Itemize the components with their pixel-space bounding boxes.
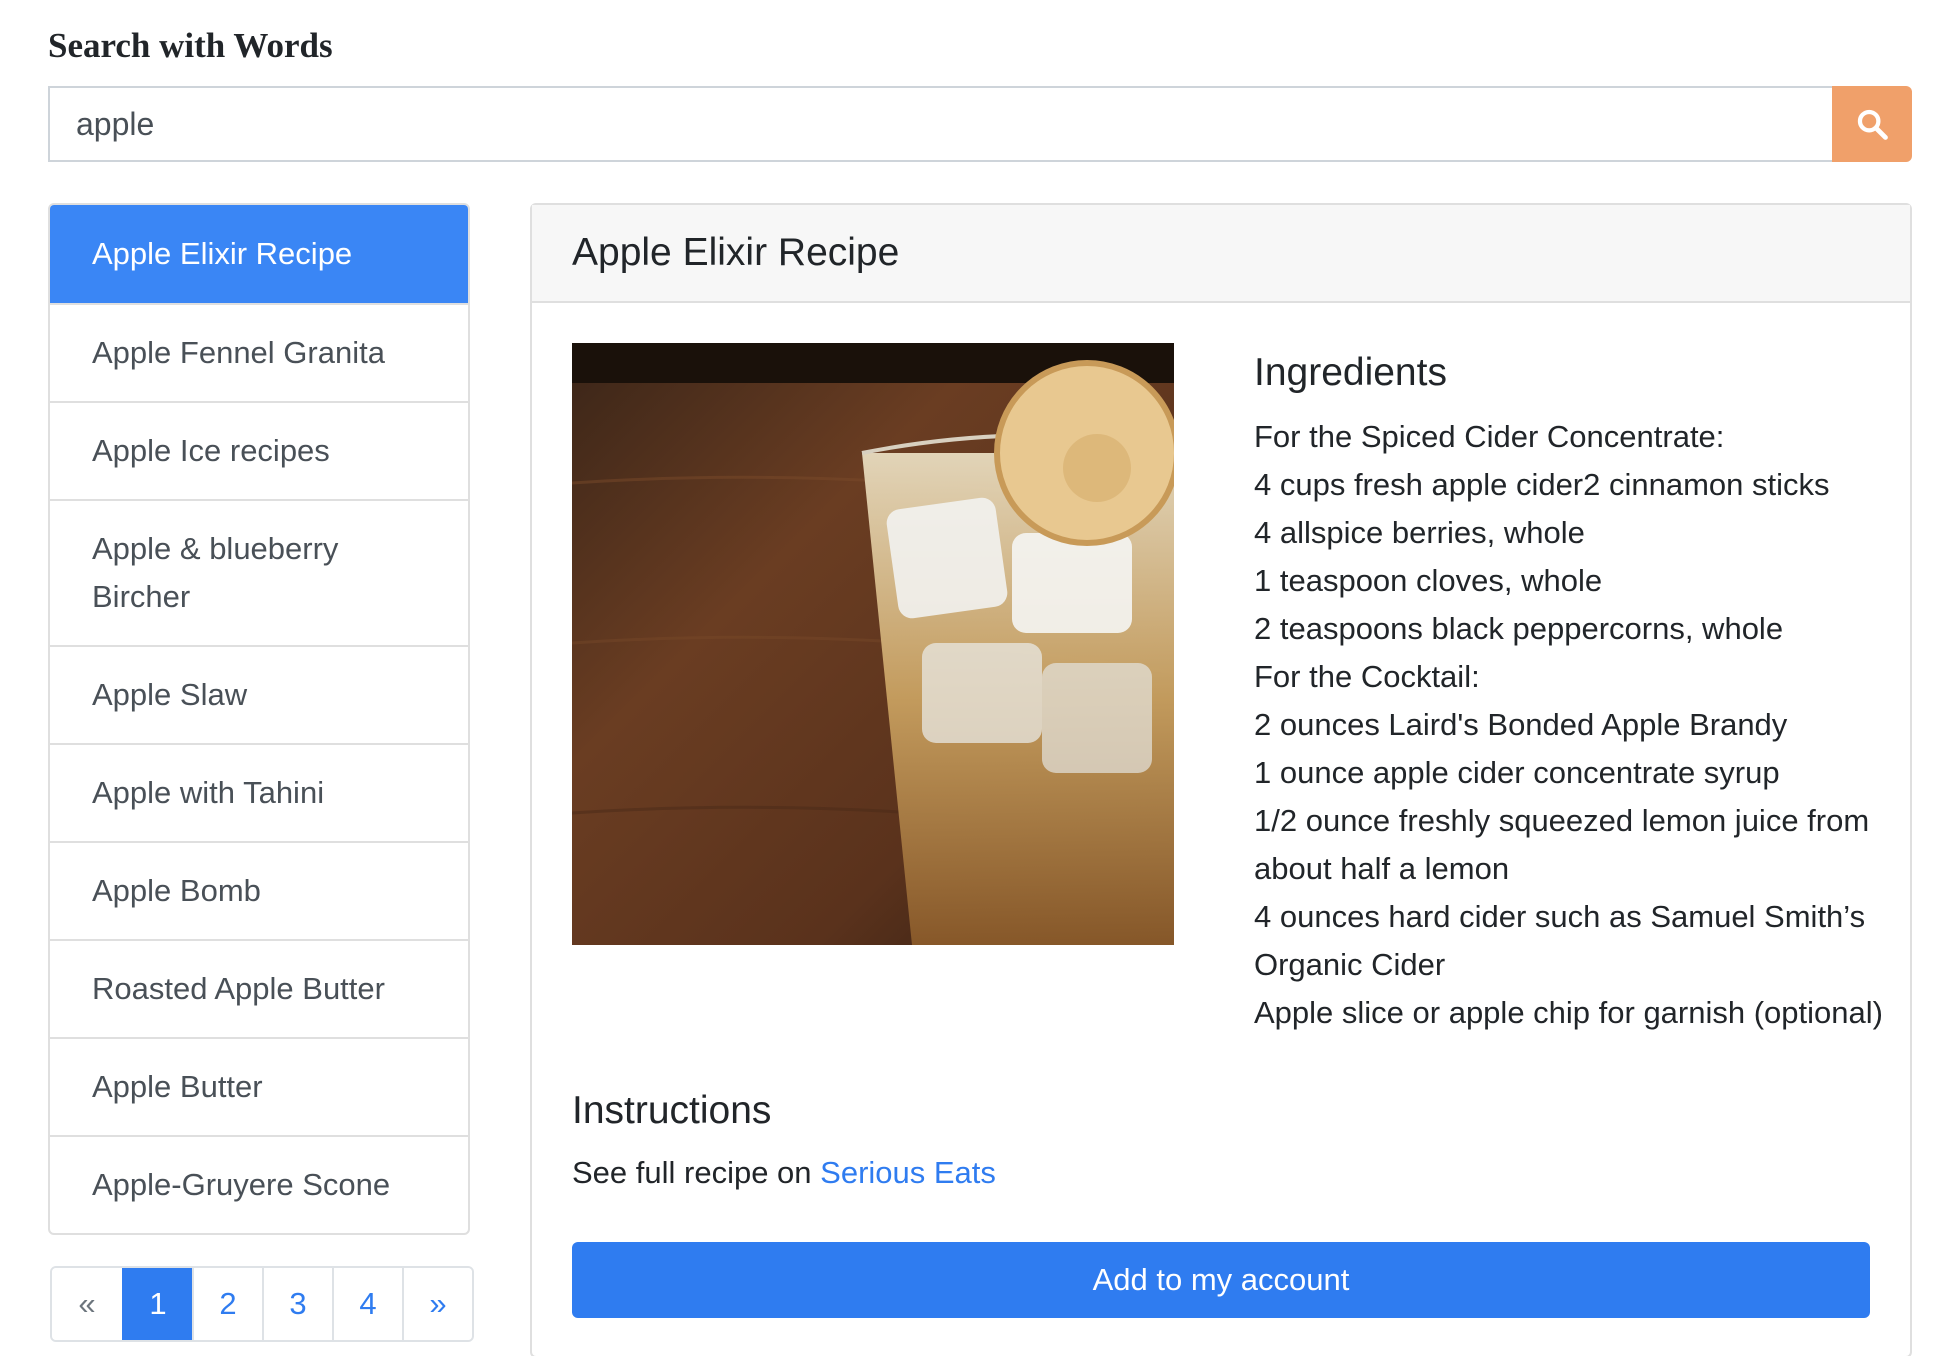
list-item[interactable]: Apple Slaw [50, 645, 468, 743]
list-item[interactable]: Apple & blueberry Bircher [50, 499, 468, 645]
results-list: Apple Elixir Recipe Apple Fennel Granita… [48, 203, 470, 1235]
ingredient-line: 4 allspice berries, whole [1254, 515, 1585, 550]
ingredient-line: 2 teaspoons black peppercorns, whole [1254, 611, 1784, 646]
instructions-heading: Instructions [572, 1089, 772, 1132]
ingredient-line: Apple slice or apple chip for garnish (o… [1254, 995, 1883, 1030]
ingredient-line: For the Cocktail: [1254, 659, 1480, 694]
recipe-card: Apple Elixir Recipe Ingredients For the … [530, 203, 1912, 1356]
list-item[interactable]: Apple Bomb [50, 841, 468, 939]
add-to-account-button[interactable]: Add to my account [572, 1242, 1870, 1318]
list-item[interactable]: Apple Fennel Granita [50, 303, 468, 401]
list-item[interactable]: Apple Butter [50, 1037, 468, 1135]
instructions-section: Instructions See full recipe on Serious … [572, 1089, 1872, 1191]
list-item[interactable]: Apple with Tahini [50, 743, 468, 841]
ingredient-line: For the Spiced Cider Concentrate: [1254, 419, 1725, 454]
ingredients-section: Ingredients For the Spiced Cider Concent… [1254, 343, 1894, 1037]
page-1[interactable]: 1 [122, 1268, 192, 1340]
page-4[interactable]: 4 [332, 1268, 402, 1340]
ingredient-line: 1 teaspoon cloves, whole [1254, 563, 1603, 598]
search-icon [1857, 109, 1888, 140]
ingredient-line: 4 ounces hard cider such as Samuel Smith… [1254, 899, 1866, 982]
search-input[interactable] [48, 86, 1832, 162]
pagination: « 1 2 3 4 » [50, 1266, 474, 1342]
ingredient-line: 1/2 ounce freshly squeezed lemon juice f… [1254, 803, 1870, 886]
ingredient-line: 2 ounces Laird's Bonded Apple Brandy [1254, 707, 1788, 742]
search-bar [48, 86, 1912, 162]
page-2[interactable]: 2 [192, 1268, 262, 1340]
instructions-text: See full recipe on Serious Eats [572, 1155, 996, 1190]
list-item[interactable]: Roasted Apple Butter [50, 939, 468, 1037]
ingredient-line: 4 cups fresh apple cider2 cinnamon stick… [1254, 467, 1830, 502]
page-title: Search with Words [48, 26, 333, 65]
list-item[interactable]: Apple-Gruyere Scone [50, 1135, 468, 1233]
ingredients-heading: Ingredients [1254, 351, 1447, 394]
list-item[interactable]: Apple Elixir Recipe [50, 205, 468, 303]
page-3[interactable]: 3 [262, 1268, 332, 1340]
serious-eats-link[interactable]: Serious Eats [820, 1155, 996, 1190]
list-item[interactable]: Apple Ice recipes [50, 401, 468, 499]
search-button[interactable] [1832, 86, 1912, 162]
page-prev[interactable]: « [52, 1268, 122, 1340]
recipe-photo [572, 343, 1174, 945]
recipe-title: Apple Elixir Recipe [532, 205, 1910, 303]
page-next[interactable]: » [402, 1268, 472, 1340]
ingredient-line: 1 ounce apple cider concentrate syrup [1254, 755, 1780, 790]
